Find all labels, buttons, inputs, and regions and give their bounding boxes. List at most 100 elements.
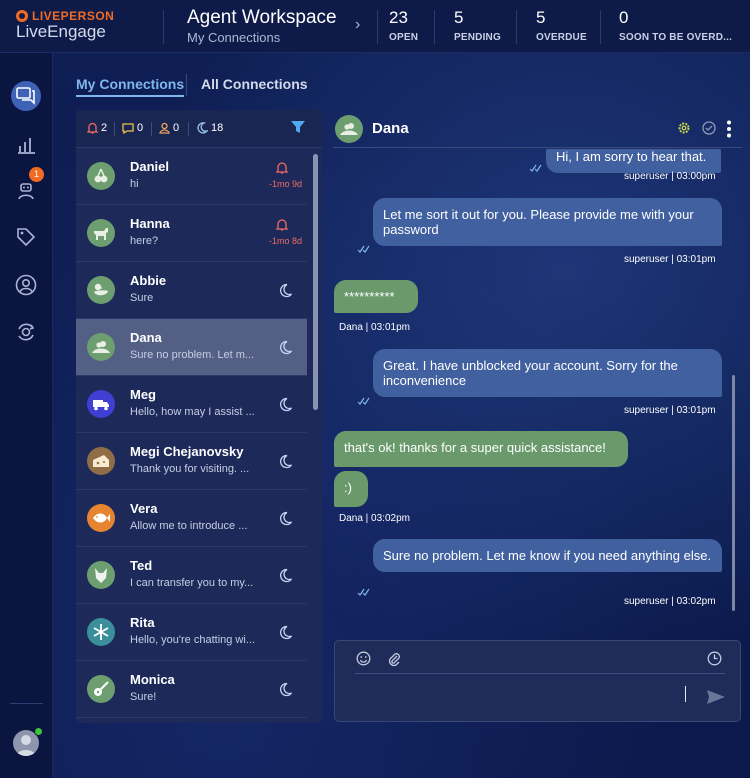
- emoji-button[interactable]: [356, 651, 371, 671]
- contact-name: Rita: [130, 615, 155, 630]
- message-meta: superuser | 03:00pm: [624, 171, 716, 182]
- bell-icon: [275, 219, 289, 231]
- dog-icon: [94, 228, 108, 240]
- chevron-right-icon[interactable]: ›: [355, 16, 360, 34]
- overdue-age: -1mo 8d: [268, 236, 302, 246]
- user-counter[interactable]: 0: [159, 122, 179, 134]
- message-preview: Thank you for visiting. ...: [130, 463, 250, 475]
- more-options-button[interactable]: [726, 120, 732, 143]
- conversation-item[interactable]: Daniel hi -1mo 9d: [76, 148, 307, 205]
- conversation-item[interactable]: Megi Chejanovsky Thank you for visiting. …: [76, 433, 307, 490]
- message-preview: hi: [130, 178, 139, 190]
- nav-badge: 1: [29, 167, 44, 182]
- contact-avatar: [87, 618, 115, 646]
- stat-soon-overdue[interactable]: 0 SOON TO BE OVERD...: [619, 8, 732, 43]
- nav-users[interactable]: [12, 271, 40, 299]
- divider: [10, 703, 43, 704]
- moon-icon: [279, 454, 293, 469]
- truck-icon: [93, 400, 109, 411]
- agent-message: Let me sort it out for you. Please provi…: [373, 198, 722, 246]
- list-scrollbar[interactable]: [313, 154, 318, 410]
- cherry-icon: [94, 168, 108, 183]
- schedule-button[interactable]: [707, 651, 722, 671]
- message-preview: Allow me to introduce ...: [130, 520, 248, 532]
- message-composer[interactable]: [334, 640, 741, 722]
- paperclip-icon: [388, 653, 400, 667]
- contact-avatar: [87, 162, 115, 190]
- chat-header: Dana: [333, 110, 742, 148]
- message-preview: Hello, how may I assist ...: [130, 406, 255, 418]
- tag-icon: [17, 228, 36, 247]
- conversation-item[interactable]: Ted I can transfer you to my...: [76, 547, 307, 604]
- conversation-item[interactable]: Dana Sure no problem. Let m...: [76, 319, 307, 376]
- message-counter[interactable]: 0: [122, 122, 143, 134]
- fish-icon: [93, 513, 110, 523]
- message-meta: superuser | 03:01pm: [624, 254, 716, 265]
- message-preview: here?: [130, 235, 159, 247]
- divider: [355, 673, 725, 674]
- moon-icon: [279, 340, 293, 355]
- contact-avatar: [87, 447, 115, 475]
- idle-indicator: [278, 625, 293, 645]
- contact-name: Hanna: [130, 216, 170, 231]
- contact-avatar: [87, 219, 115, 247]
- gear-icon: [678, 122, 690, 134]
- kebab-menu-icon: [727, 120, 731, 138]
- message-meta: superuser | 03:02pm: [624, 596, 716, 607]
- send-button[interactable]: [706, 689, 726, 710]
- divider: [186, 74, 187, 96]
- product-name: LiveEngage: [16, 22, 106, 41]
- tab-all-connections[interactable]: All Connections: [201, 76, 308, 92]
- conversation-rows: Daniel hi -1mo 9d Hanna here? -1mo 8d Abbie Sur…: [76, 148, 307, 718]
- conversation-item[interactable]: Meg Hello, how may I assist ...: [76, 376, 307, 433]
- resolve-button[interactable]: [702, 121, 716, 140]
- idle-indicator: [278, 283, 293, 303]
- top-bar: LIVEPERSON LiveEngage Agent Workspace My…: [0, 0, 750, 53]
- stat-open[interactable]: 23 OPEN: [389, 8, 418, 43]
- alert-counter[interactable]: 2: [87, 122, 107, 134]
- consumer-message: :): [334, 471, 368, 507]
- tab-my-connections[interactable]: My Connections: [76, 76, 185, 97]
- idle-indicator: [278, 682, 293, 702]
- conversation-item[interactable]: Rita Hello, you're chatting wi...: [76, 604, 307, 661]
- moon-icon: [197, 122, 208, 134]
- attach-button[interactable]: [387, 651, 401, 672]
- contact-name: Dana: [130, 330, 162, 345]
- message-area: Hi, I am sorry to hear that. superuser |…: [333, 149, 742, 629]
- contact-name: Monica: [130, 672, 175, 687]
- nav-tags[interactable]: [12, 223, 40, 251]
- left-nav: 1: [0, 53, 53, 778]
- brand-name: LIVEPERSON: [32, 9, 115, 23]
- send-icon: [707, 690, 725, 704]
- contact-name: Daniel: [130, 159, 170, 174]
- message-meta: Dana | 03:02pm: [339, 513, 410, 524]
- conversation-item[interactable]: Vera Allow me to introduce ...: [76, 490, 307, 547]
- conversation-item[interactable]: Abbie Sure: [76, 262, 307, 319]
- divider: [377, 10, 378, 44]
- message-scrollbar[interactable]: [732, 375, 735, 611]
- stat-overdue[interactable]: 5 OVERDUE: [536, 8, 587, 43]
- check-circle-icon: [702, 121, 716, 135]
- conversation-item[interactable]: Monica Sure!: [76, 661, 307, 718]
- contact-name: Megi Chejanovsky: [130, 444, 244, 459]
- conversation-item[interactable]: Hanna here? -1mo 8d: [76, 205, 307, 262]
- agent-icon: [18, 183, 34, 200]
- chat-bubbles-icon: [16, 87, 35, 105]
- divider: [434, 10, 435, 44]
- nav-automation[interactable]: [12, 318, 40, 346]
- nav-analytics[interactable]: [12, 131, 40, 159]
- clock-icon: [707, 651, 722, 666]
- nav-conversations[interactable]: [11, 81, 41, 111]
- bot-cycle-icon: [18, 323, 35, 341]
- message-preview: I can transfer you to my...: [130, 577, 254, 589]
- filter-button[interactable]: [290, 120, 306, 140]
- moon-icon: [279, 625, 293, 640]
- contact-name: Ted: [130, 558, 153, 573]
- stat-pending[interactable]: 5 PENDING: [454, 8, 501, 43]
- contact-avatar: [87, 276, 115, 304]
- settings-button[interactable]: [677, 121, 691, 140]
- moon-icon: [279, 397, 293, 412]
- contact-name: Vera: [130, 501, 158, 516]
- liveperson-logo-icon: [16, 10, 28, 22]
- idle-counter[interactable]: 18: [196, 122, 223, 134]
